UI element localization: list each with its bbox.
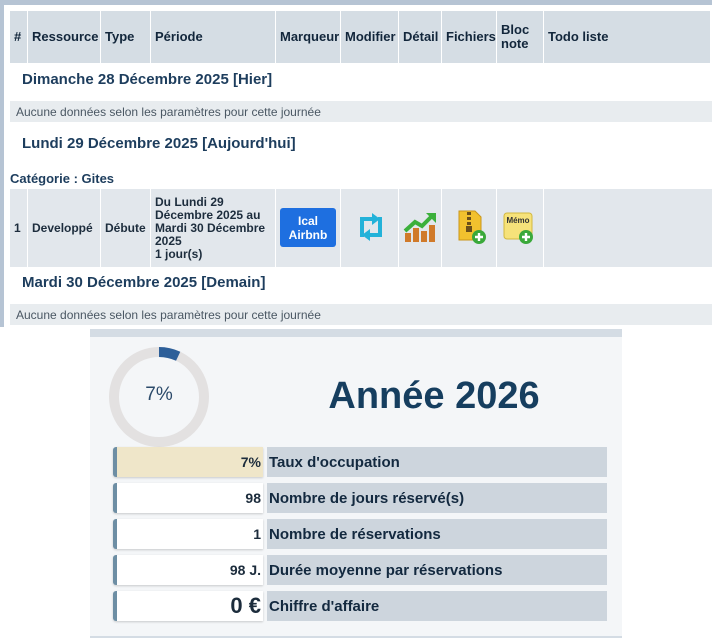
stat-value: 7% (113, 447, 263, 477)
col-type[interactable]: Type (101, 11, 151, 63)
category-label: Catégorie : Gites (10, 171, 115, 186)
col-bloc-note-line2: note (501, 36, 529, 51)
periode-duration: 1 jour(s) (155, 246, 203, 261)
day-title-yesterday: Dimanche 28 Décembre 2025 [Hier] (22, 71, 273, 88)
reservations-panel: # Ressource Type Période Marqueur Modifi… (0, 0, 712, 327)
stat-value: 0 € (113, 591, 263, 621)
stat-reservations: 1 Nombre de réservations (113, 519, 607, 549)
ical-label: Ical (297, 213, 318, 228)
col-number: # (10, 11, 28, 63)
col-modifier: Modifier (341, 11, 399, 63)
stat-label: Taux d'occupation (267, 447, 607, 477)
table-header: # Ressource Type Période Marqueur Modifi… (10, 11, 710, 63)
empty-message-yesterday: Aucune données selon les paramètres pour… (10, 101, 712, 122)
periode-line: 2025 (155, 233, 182, 248)
row-number: 1 (10, 189, 28, 267)
stat-label: Nombre de jours réservé(s) (267, 483, 607, 513)
airbnb-label: Airbnb (288, 227, 328, 242)
col-periode[interactable]: Période (151, 11, 276, 63)
ical-airbnb-button[interactable]: Ical Airbnb (280, 208, 336, 247)
stat-value: 98 J. (113, 555, 263, 585)
row-periode: Du Lundi 29 Décembre 2025 au Mardi 30 Dé… (151, 189, 276, 267)
stat-occupation: 7% Taux d'occupation (113, 447, 607, 477)
periode-line: Décembre 2025 au (155, 207, 261, 222)
stat-label: Chiffre d'affaire (267, 591, 607, 621)
day-title-tomorrow: Mardi 30 Décembre 2025 [Demain] (22, 274, 266, 291)
col-marqueur: Marqueur (276, 11, 341, 63)
stat-value: 1 (113, 519, 263, 549)
memo-label: Mémo (506, 216, 529, 225)
col-bloc-note-line1: Bloc (501, 22, 530, 37)
stat-value: 98 (113, 483, 263, 513)
col-detail: Détail (399, 11, 442, 63)
zip-file-add-icon[interactable] (452, 209, 488, 245)
day-title-today: Lundi 29 Décembre 2025 [Aujourd'hui] (22, 135, 296, 152)
row-todo-cell (544, 189, 712, 267)
row-type: Débute (101, 189, 151, 267)
periode-line: Du Lundi 29 (155, 194, 224, 209)
stat-days-booked: 98 Nombre de jours réservé(s) (113, 483, 607, 513)
table-row: 1 Developpé Débute Du Lundi 29 Décembre … (10, 189, 712, 267)
periode-line: Mardi 30 Décembre (155, 220, 266, 235)
empty-message-tomorrow: Aucune données selon les paramètres pour… (10, 304, 712, 325)
chart-trend-icon[interactable] (402, 209, 438, 245)
col-ressource[interactable]: Ressource (28, 11, 101, 63)
stat-revenue: 0 € Chiffre d'affaire (113, 591, 607, 621)
stat-label: Durée moyenne par réservations (267, 555, 607, 585)
gauge-percent-label: 7% (145, 384, 173, 405)
year-stats-panel: 7% Année 2026 7% Taux d'occupation 98 No… (90, 329, 622, 638)
sync-arrows-icon[interactable] (353, 209, 389, 245)
memo-add-icon[interactable]: Mémo (501, 209, 537, 245)
year-title: Année 2026 (328, 375, 540, 417)
stat-average-duration: 98 J. Durée moyenne par réservations (113, 555, 607, 585)
row-ressource: Developpé (28, 189, 101, 267)
col-fichiers: Fichiers (442, 11, 497, 63)
col-todo: Todo liste (548, 29, 609, 44)
col-bloc-note: Bloc note (497, 11, 544, 63)
stat-label: Nombre de réservations (267, 519, 607, 549)
